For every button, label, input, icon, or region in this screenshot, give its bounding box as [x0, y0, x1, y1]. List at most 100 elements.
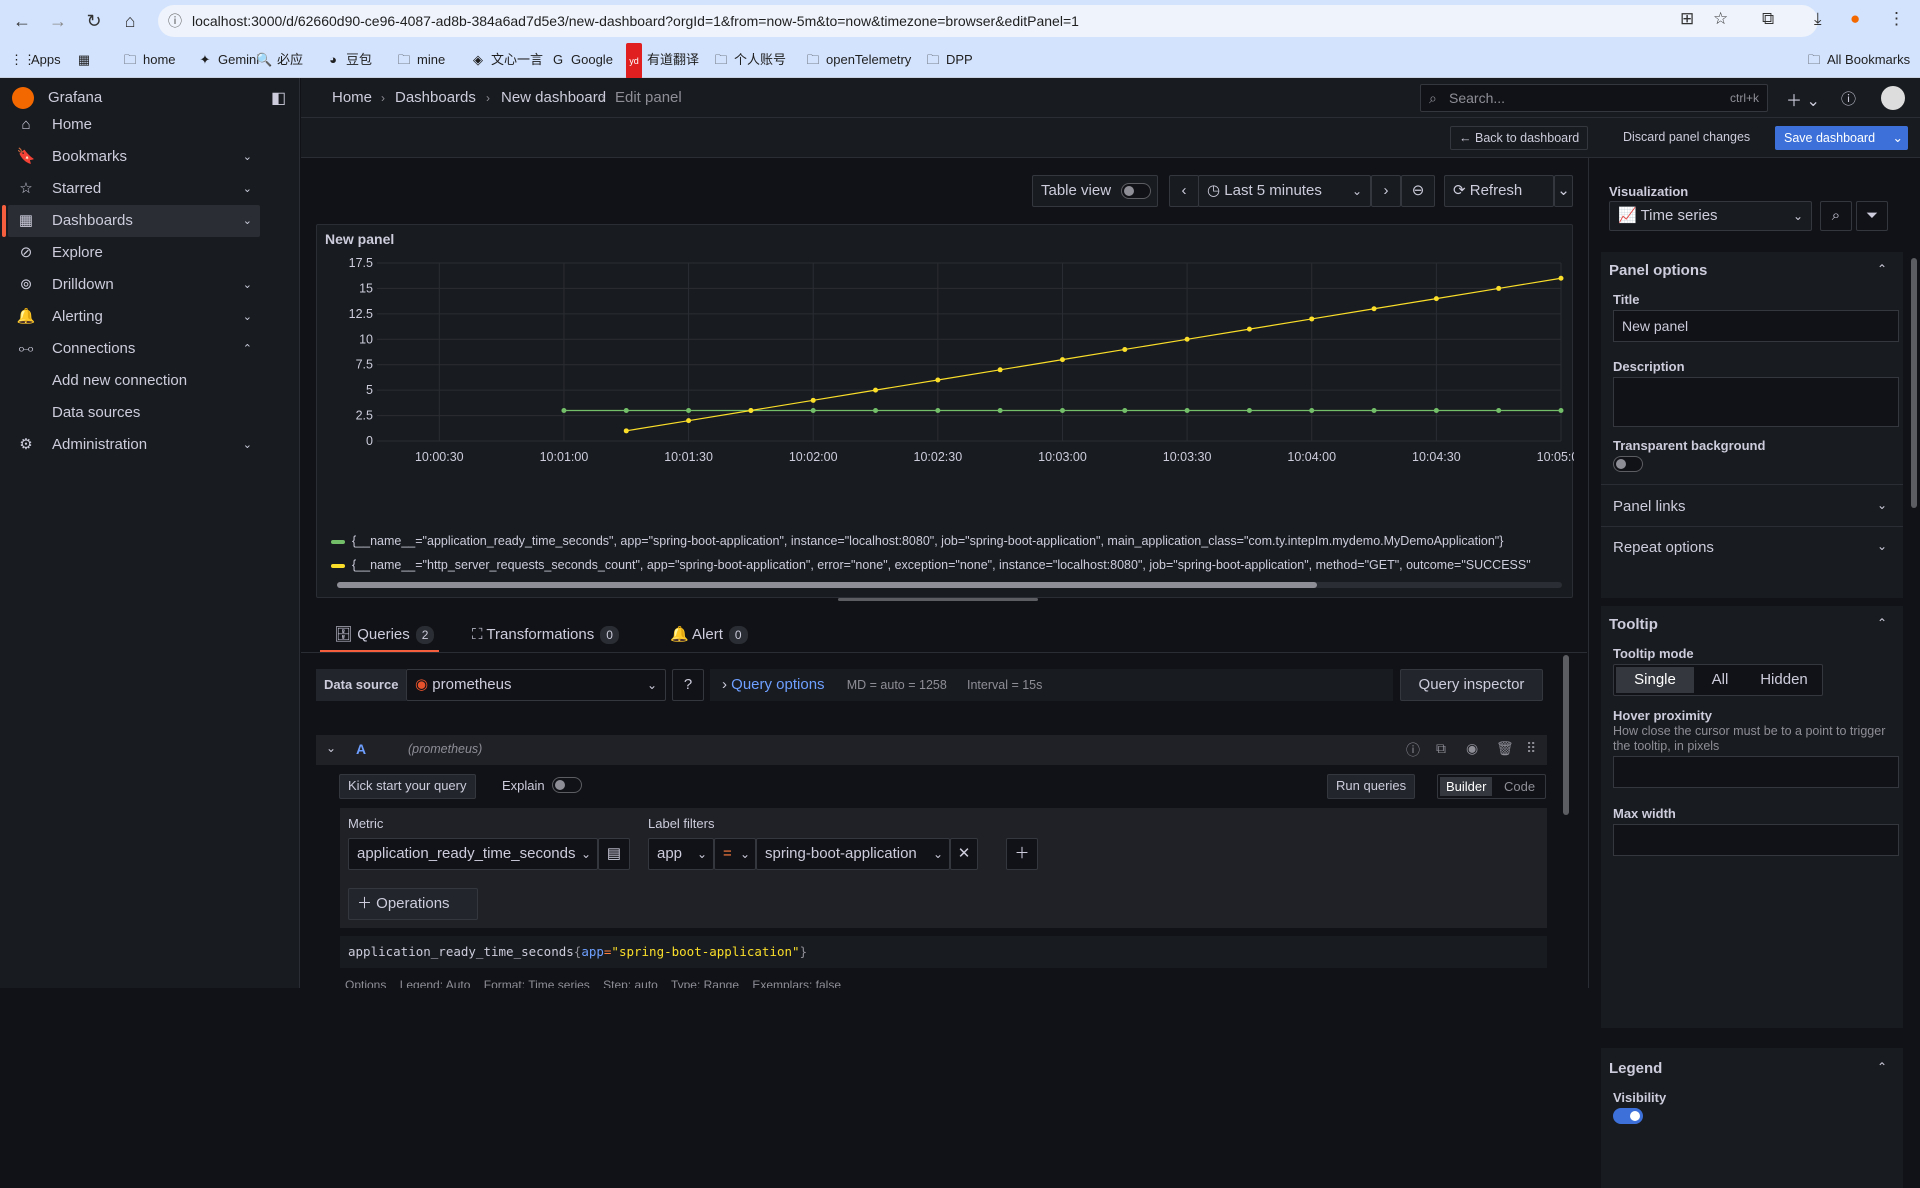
query-ref-id[interactable]: A: [356, 741, 366, 757]
visualization-picker[interactable]: 📈 Time series ⌄: [1609, 201, 1812, 231]
bookmark-item[interactable]: ⋮⋮Apps: [10, 42, 61, 78]
time-back-button[interactable]: ‹: [1169, 175, 1199, 207]
builder-mode-button[interactable]: Builder: [1440, 777, 1493, 796]
bookmark-item[interactable]: ◕ 豆包: [325, 42, 372, 78]
trash-icon[interactable]: 🗑: [1496, 740, 1514, 757]
dock-menu-icon[interactable]: ◧: [271, 88, 286, 108]
bookmark-item[interactable]: 🗀 openTelemetry: [805, 42, 911, 78]
bookmark-item[interactable]: G Google: [550, 42, 613, 78]
home-icon[interactable]: ⌂: [118, 9, 142, 33]
mode-all[interactable]: All: [1696, 667, 1744, 693]
chevron-down-icon[interactable]: ⌄: [243, 269, 252, 301]
sidebar-item-explore[interactable]: ⊘ Explore: [8, 237, 260, 269]
site-info-icon[interactable]: ⓘ: [168, 5, 182, 37]
bookmark-item[interactable]: 🗀 DPP: [925, 42, 972, 78]
panel-options-heading[interactable]: Panel options: [1609, 262, 1707, 279]
chevron-down-icon[interactable]: ⌄: [1877, 498, 1887, 512]
all-bookmarks[interactable]: 🗀 All Bookmarks: [1806, 42, 1910, 78]
profile-icon[interactable]: ●: [1850, 9, 1860, 29]
chevron-up-icon[interactable]: ⌃: [1877, 262, 1887, 276]
datasource-picker[interactable]: ◉ prometheus ⌄: [406, 669, 666, 701]
label-op-select[interactable]: = ⌄: [714, 838, 756, 870]
drag-handle-icon[interactable]: ⠿: [1526, 740, 1536, 757]
label-value-select[interactable]: spring-boot-application ⌄: [756, 838, 950, 870]
search-options-button[interactable]: ⌕: [1820, 201, 1852, 231]
kick-start-button[interactable]: Kick start your query: [339, 774, 476, 799]
resize-handle[interactable]: [838, 598, 1038, 601]
translate-icon[interactable]: ⊞: [1680, 9, 1694, 29]
zoom-out-button[interactable]: ⊖: [1401, 175, 1435, 207]
breadcrumb-home[interactable]: Home: [332, 78, 372, 118]
mode-hidden[interactable]: Hidden: [1748, 667, 1820, 693]
bookmark-item[interactable]: ◈ 文心一言: [470, 42, 543, 78]
eye-icon[interactable]: ◉: [1466, 740, 1478, 757]
sidebar-item-alerting[interactable]: 🔔 Alerting ⌄: [8, 301, 260, 333]
legend-scrollbar[interactable]: [337, 582, 1562, 588]
forward-arrow-icon[interactable]: →: [46, 9, 70, 33]
add-plus-icon[interactable]: ＋ ⌄: [1786, 87, 1820, 111]
tooltip-heading[interactable]: Tooltip: [1609, 616, 1658, 633]
metric-select[interactable]: application_ready_time_seconds ⌄: [348, 838, 598, 870]
sidebar-item-add-new-connection[interactable]: Add new connection: [8, 365, 260, 397]
time-range-picker[interactable]: ◷ Last 5 minutes ⌄: [1198, 175, 1371, 207]
help-icon[interactable]: ⓘ: [1841, 88, 1856, 109]
back-to-dashboard-button[interactable]: ← Back to dashboard: [1450, 126, 1589, 150]
operations-button[interactable]: ＋ Operations: [348, 888, 478, 920]
sidebar-item-administration[interactable]: ⚙ Administration ⌄: [8, 429, 260, 461]
tab-queries[interactable]: 🗄 Queries 2: [334, 618, 435, 652]
chevron-up-icon[interactable]: ⌃: [243, 333, 252, 365]
query-options[interactable]: › Query options MD = auto = 1258 Interva…: [710, 669, 1393, 701]
extensions-icon[interactable]: ⧉: [1762, 9, 1774, 29]
tab-alert[interactable]: 🔔 Alert 0: [670, 618, 748, 652]
avatar[interactable]: [1881, 86, 1905, 110]
legend-item[interactable]: {__name__="http_server_requests_seconds_…: [331, 558, 1571, 572]
panel-links-heading[interactable]: Panel links: [1613, 498, 1686, 515]
table-view-toggle[interactable]: Table view: [1032, 175, 1158, 207]
hover-proximity-input[interactable]: [1613, 756, 1899, 788]
legend-item[interactable]: {__name__="application_ready_time_second…: [331, 534, 1571, 548]
help-icon[interactable]: ⓘ: [1406, 740, 1420, 760]
sidebar-item-starred[interactable]: ☆ Starred ⌄: [8, 173, 260, 205]
chevron-down-icon[interactable]: ⌄: [326, 741, 336, 755]
search-input[interactable]: ⌕ Search... ctrl+k: [1420, 84, 1768, 112]
chevron-up-icon[interactable]: ⌃: [1877, 616, 1887, 630]
sidebar-item-drilldown[interactable]: ⊚ Drilldown ⌄: [8, 269, 260, 301]
chevron-down-icon[interactable]: ⌄: [243, 141, 252, 173]
bookmark-item[interactable]: ✦ Gemini: [197, 42, 260, 78]
menu-kebab-icon[interactable]: ⋮: [1888, 9, 1905, 29]
back-arrow-icon[interactable]: ←: [10, 9, 34, 33]
scrollbar[interactable]: [1911, 258, 1917, 508]
query-row-header[interactable]: ⌄ A (prometheus) ⓘ ⧉ ◉ 🗑 ⠿: [316, 735, 1547, 765]
table-view-switch[interactable]: [1121, 183, 1151, 199]
sidebar-item-bookmarks[interactable]: 🔖 Bookmarks ⌄: [8, 141, 260, 173]
download-icon[interactable]: ⤓: [1814, 9, 1822, 29]
chevron-down-icon[interactable]: ⌄: [1893, 127, 1903, 149]
query-inspector-button[interactable]: Query inspector: [1400, 669, 1543, 701]
bookmark-item[interactable]: 🗀 个人账号: [713, 42, 786, 78]
bookmark-item[interactable]: 🔍 必应: [256, 42, 303, 78]
repeat-options-heading[interactable]: Repeat options: [1613, 539, 1714, 556]
bookmark-item[interactable]: 🗀 home: [122, 42, 175, 78]
tab-transformations[interactable]: ⛶ Transformations 0: [472, 618, 619, 652]
discard-button[interactable]: Discard panel changes: [1615, 126, 1759, 150]
time-forward-button[interactable]: ›: [1371, 175, 1401, 207]
run-queries-button[interactable]: Run queries: [1327, 774, 1416, 799]
remove-filter-button[interactable]: ✕: [950, 838, 978, 870]
add-filter-button[interactable]: ＋: [1006, 838, 1038, 870]
sidebar-item-data-sources[interactable]: Data sources: [8, 397, 260, 429]
bookmark-item[interactable]: 🗀 mine: [396, 42, 445, 78]
sidebar-item-dashboards[interactable]: ▦ Dashboards ⌄: [2, 205, 260, 237]
description-input[interactable]: [1613, 377, 1899, 427]
bookmark-item[interactable]: ▦: [76, 42, 97, 78]
legend-heading[interactable]: Legend: [1609, 1060, 1662, 1077]
sidebar-item-connections[interactable]: ⧟ Connections ⌃: [8, 333, 260, 365]
address-bar[interactable]: ⓘ localhost:3000/d/62660d90-ce96-4087-ad…: [158, 5, 1818, 37]
bookmark-item[interactable]: yd 有道翻译: [626, 42, 699, 79]
mode-single[interactable]: Single: [1616, 667, 1694, 693]
transparent-switch[interactable]: [1613, 456, 1643, 472]
visibility-switch[interactable]: [1613, 1108, 1643, 1124]
chevron-up-icon[interactable]: ⌃: [1877, 1060, 1887, 1074]
chevron-down-icon[interactable]: ⌄: [243, 205, 252, 237]
star-bookmark-icon[interactable]: ☆: [1713, 9, 1728, 29]
refresh-interval-dropdown[interactable]: ⌄: [1554, 175, 1573, 207]
